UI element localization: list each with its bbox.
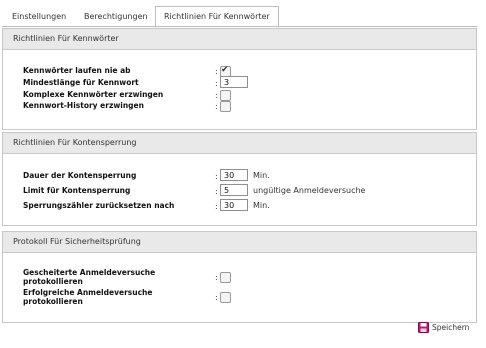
colon: :	[215, 187, 218, 196]
lockout-reset-unit: Min.	[253, 201, 270, 210]
audit-success-row: Erfolgreiche Anmeldeversuche protokollie…	[23, 288, 463, 308]
history-row: Kennwort-History erzwingen :	[23, 101, 463, 113]
min-length-row: Mindestlänge für Kennwort : 3	[23, 76, 463, 90]
audit-header: Protokoll Für Sicherheitsprüfung	[3, 232, 476, 253]
colon: :	[215, 293, 218, 302]
complex-checkbox[interactable]	[220, 90, 231, 101]
tab-kennwort-richtlinien[interactable]: Richtlinien Für Kennwörter	[155, 6, 279, 28]
lockout-policy-header: Richtlinien Für Kontensperrung	[3, 133, 476, 154]
lockout-limit-unit: ungültige Anmeldeversuche	[253, 186, 366, 195]
audit-panel: Protokoll Für Sicherheitsprüfung Geschei…	[2, 231, 477, 323]
colon: :	[215, 202, 218, 211]
password-policy-header: Richtlinien Für Kennwörter	[3, 29, 476, 50]
history-label: Kennwort-History erzwingen	[23, 101, 144, 110]
lockout-policy-panel: Richtlinien Für Kontensperrung Dauer der…	[2, 132, 477, 226]
history-checkbox[interactable]	[220, 101, 231, 112]
min-length-label: Mindestlänge für Kennwort	[23, 78, 139, 87]
never-expire-label: Kennwörter laufen nie ab	[23, 66, 131, 75]
lockout-reset-label: Sperrungszähler zurücksetzen nach	[23, 201, 175, 210]
colon: :	[215, 91, 218, 100]
tab-divider	[2, 26, 477, 27]
lockout-duration-row: Dauer der Kontensperrung : 30 Min.	[23, 169, 463, 183]
save-label: Speichern	[432, 323, 470, 332]
audit-failed-label: Gescheiterte Anmeldeversuche protokollie…	[23, 268, 156, 286]
colon: :	[215, 102, 218, 111]
lockout-duration-label: Dauer der Kontensperrung	[23, 171, 137, 180]
floppy-disk-icon	[418, 322, 429, 333]
colon: :	[215, 273, 218, 282]
lockout-reset-input[interactable]: 30	[220, 199, 248, 211]
lockout-duration-unit: Min.	[253, 171, 270, 180]
lockout-duration-input[interactable]: 30	[220, 169, 248, 181]
lockout-limit-row: Limit für Kontensperrung : 5 ungültige A…	[23, 184, 463, 198]
lockout-limit-label: Limit für Kontensperrung	[23, 186, 131, 195]
password-policy-panel: Richtlinien Für Kennwörter Kennwörter la…	[2, 28, 477, 130]
audit-success-label: Erfolgreiche Anmeldeversuche protokollie…	[23, 288, 153, 306]
lockout-limit-input[interactable]: 5	[220, 184, 248, 196]
tab-berechtigungen[interactable]: Berechtigungen	[76, 7, 156, 26]
lockout-reset-row: Sperrungszähler zurücksetzen nach : 30 M…	[23, 199, 463, 213]
colon: :	[215, 67, 218, 76]
colon: :	[215, 79, 218, 88]
tab-bar: Einstellungen Berechtigungen Richtlinien…	[4, 6, 480, 28]
min-length-input[interactable]: 3	[220, 76, 248, 88]
audit-success-checkbox[interactable]	[220, 292, 231, 303]
tab-einstellungen[interactable]: Einstellungen	[4, 7, 74, 26]
colon: :	[215, 172, 218, 181]
complex-label: Komplexe Kennwörter erzwingen	[23, 90, 164, 99]
audit-failed-row: Gescheiterte Anmeldeversuche protokollie…	[23, 268, 463, 288]
audit-failed-checkbox[interactable]	[220, 272, 231, 283]
